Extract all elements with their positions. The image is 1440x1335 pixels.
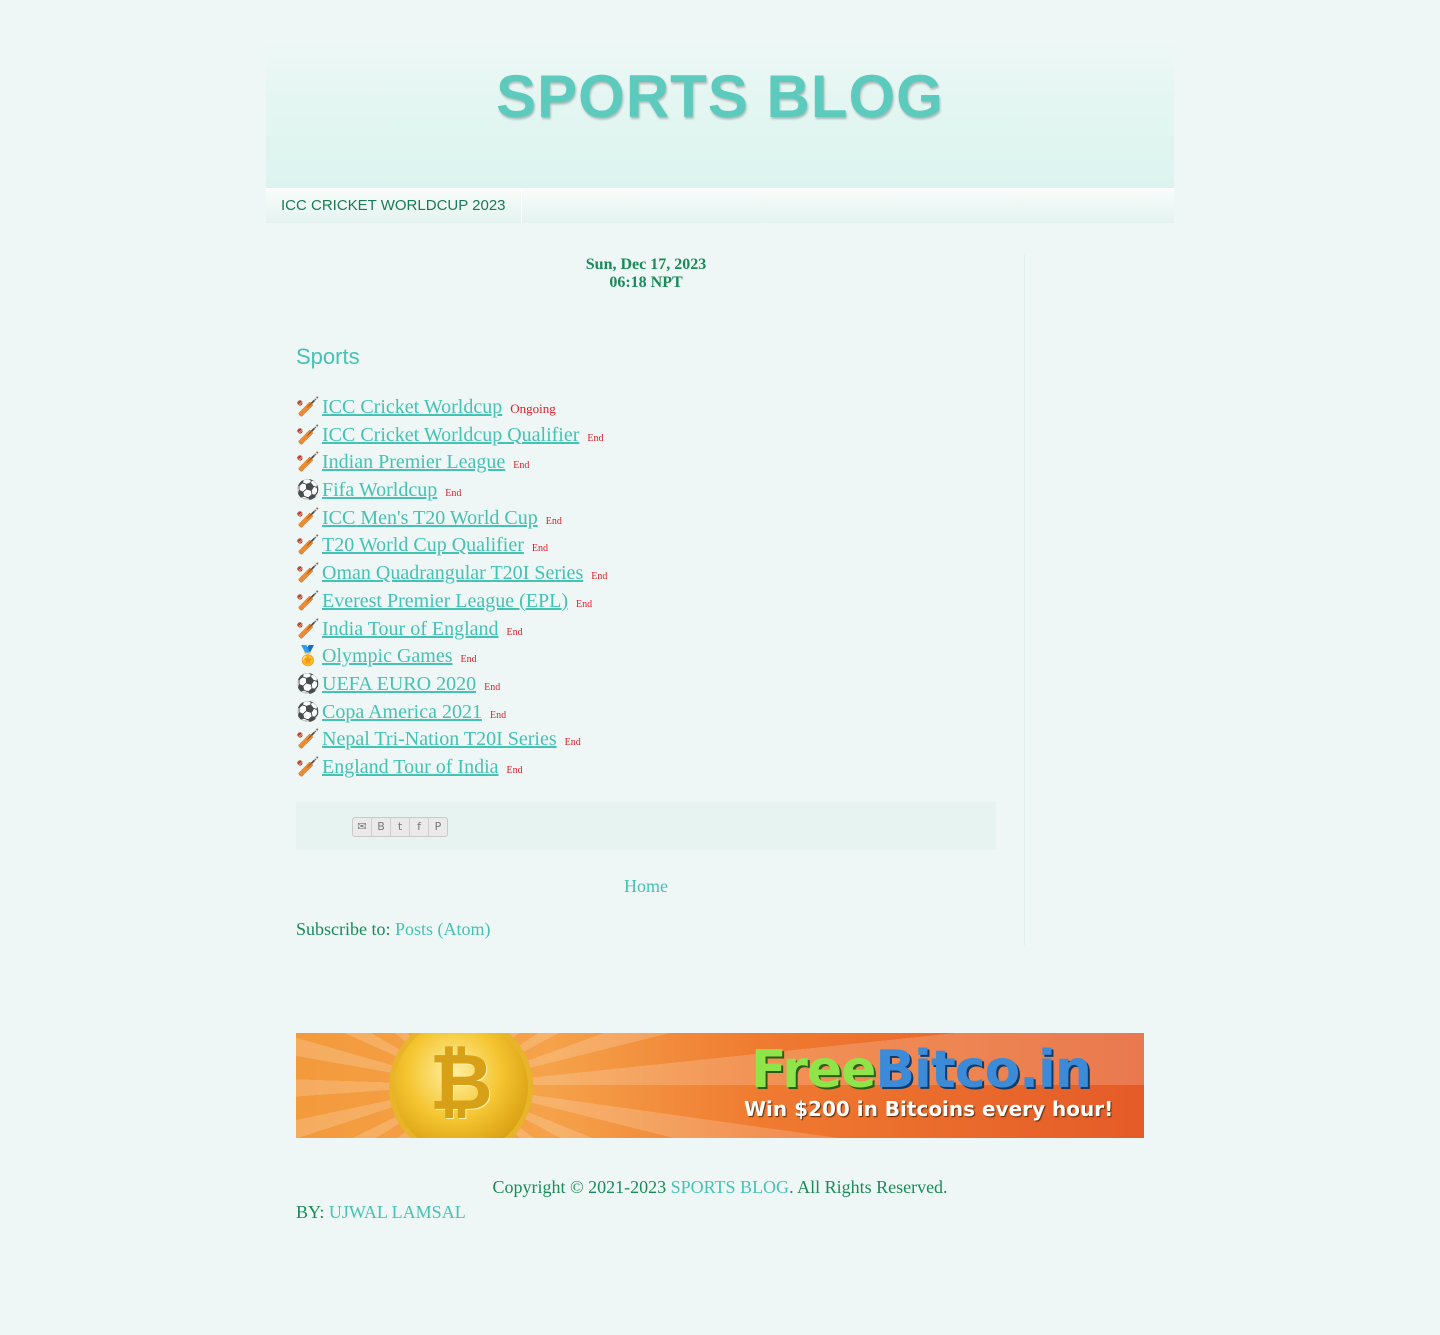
event-status: End [513,460,530,472]
soccer-ball-icon: ⚽ [296,673,320,695]
event-link[interactable]: T20 World Cup Qualifier [322,534,524,556]
event-list-item: 🏏 India Tour of England End [296,616,996,644]
event-list-item: 🏅 Olympic Games End [296,643,996,671]
event-link[interactable]: Olympic Games [322,645,453,667]
event-status: End [506,764,523,776]
cricket-bat-icon: 🏏 [296,729,320,751]
event-status: End [591,571,608,583]
event-status: End [545,515,562,527]
cricket-bat-icon: 🏏 [296,507,320,529]
current-time: 06:18 NPT [609,274,683,291]
event-status: Ongoing [510,401,556,416]
tab-icc-cricket-worldcup-2023[interactable]: ICC CRICKET WORLDCUP 2023 [266,189,522,223]
post-footer-share-bar: ✉ B t f P [296,801,996,850]
event-link[interactable]: ICC Cricket Worldcup Qualifier [322,424,579,446]
banner-brand-free: Free [751,1040,876,1100]
event-link[interactable]: Indian Premier League [322,451,505,473]
event-link[interactable]: ICC Men's T20 World Cup [322,507,538,529]
medal-icon: 🏅 [296,646,320,668]
event-list-item: 🏏 England Tour of India End [296,754,996,782]
soccer-ball-icon: ⚽ [296,480,320,502]
event-link[interactable]: Copa America 2021 [322,701,482,723]
cricket-bat-icon: 🏏 [296,535,320,557]
cricket-bat-icon: 🏏 [296,618,320,640]
blogger-icon[interactable]: B [372,817,391,836]
page-footer: Copyright © 2021-2023 SPORTS BLOG. All R… [296,1176,1144,1223]
event-status: End [460,654,477,666]
nav-tabs: ICC CRICKET WORLDCUP 2023 [266,188,1174,223]
cricket-bat-icon: 🏏 [296,756,320,778]
cricket-bat-icon: 🏏 [296,590,320,612]
event-list-item: 🏏 ICC Cricket Worldcup Ongoing [296,394,996,422]
event-list-item: ⚽ Copa America 2021 End [296,699,996,727]
event-list-item: 🏏 T20 World Cup Qualifier End [296,532,996,560]
date-time-widget: Sun, Dec 17, 2023 06:18 NPT [296,256,996,292]
event-list-item: ⚽ Fifa Worldcup End [296,477,996,505]
banner-brand-bitco: Bitco.in [875,1040,1091,1100]
event-list-item: ⚽ UEFA EURO 2020 End [296,671,996,699]
banner-brand: FreeBitco.in [751,1035,1092,1105]
event-link[interactable]: England Tour of India [322,756,499,778]
post-title: Sports [296,344,360,369]
facebook-icon[interactable]: f [410,817,429,836]
freebitcoin-ad-banner[interactable]: ₿ FreeBitco.in Win $200 in Bitcoins ever… [296,1033,1144,1138]
subscribe-label: Subscribe to: [296,918,395,939]
event-status: End [445,488,462,500]
blog-title[interactable]: SPORTS BLOG [266,40,1174,130]
byline: BY: UJWAL LAMSAL [296,1201,1144,1223]
bitcoin-coin-icon: ₿ [389,1033,533,1138]
by-label: BY: [296,1202,329,1222]
event-link[interactable]: Fifa Worldcup [322,479,437,501]
event-list-item: 🏏 Indian Premier League End [296,449,996,477]
subscribe-line: Subscribe to: Posts (Atom) [296,919,996,940]
sidebar-divider [1024,255,1025,945]
cricket-bat-icon: 🏏 [296,397,320,418]
event-list-item: 🏏 ICC Cricket Worldcup Qualifier End [296,422,996,450]
event-link[interactable]: India Tour of England [322,618,499,640]
footer-blog-link[interactable]: SPORTS BLOG [671,1177,789,1197]
cricket-bat-icon: 🏏 [296,424,320,446]
event-status: End [531,543,548,555]
event-list-item: 🏏 Everest Premier League (EPL) End [296,588,996,616]
current-date: Sun, Dec 17, 2023 [585,256,707,273]
event-status: End [489,709,507,721]
copyright-line: Copyright © 2021-2023 SPORTS BLOG. All R… [296,1176,1144,1198]
author-link[interactable]: UJWAL LAMSAL [329,1202,466,1222]
copyright-prefix: Copyright © 2021-2023 [492,1177,671,1197]
email-icon[interactable]: ✉ [353,817,372,836]
event-link[interactable]: Everest Premier League (EPL) [322,590,568,612]
soccer-ball-icon: ⚽ [296,701,320,723]
blog-header: SPORTS BLOG [266,40,1174,188]
cricket-bat-icon: 🏏 [296,452,320,474]
home-link[interactable]: Home [296,876,996,897]
event-link[interactable]: Nepal Tri-Nation T20I Series [322,728,557,750]
event-status: End [506,626,523,638]
event-list-item: 🏏 ICC Men's T20 World Cup End [296,505,996,533]
event-status: End [484,681,501,693]
event-list-item: 🏏 Nepal Tri-Nation T20I Series End [296,726,996,754]
event-status: End [564,737,581,749]
events-list: 🏏 ICC Cricket Worldcup Ongoing 🏏 ICC Cricke… [296,394,996,782]
share-buttons: ✉ B t f P [352,816,448,837]
blog-container: SPORTS BLOG ICC CRICKET WORLDCUP 2023 Su… [266,40,1174,945]
event-link[interactable]: ICC Cricket Worldcup [322,396,502,418]
twitter-icon[interactable]: t [391,817,410,836]
event-status: End [587,432,604,444]
event-list-item: 🏏 Oman Quadrangular T20I Series End [296,560,996,588]
event-status: End [576,598,593,610]
banner-tagline: Win $200 in Bitcoins every hour! [744,1097,1114,1121]
event-link[interactable]: UEFA EURO 2020 [322,673,476,695]
posts-atom-link[interactable]: Posts (Atom) [395,919,491,939]
cricket-bat-icon: 🏏 [296,563,320,585]
event-link[interactable]: Oman Quadrangular T20I Series [322,562,583,584]
copyright-suffix: . All Rights Reserved. [789,1177,948,1197]
main-column: Sun, Dec 17, 2023 06:18 NPT Sports 🏏 ICC … [296,256,996,940]
pinterest-icon[interactable]: P [429,818,447,836]
